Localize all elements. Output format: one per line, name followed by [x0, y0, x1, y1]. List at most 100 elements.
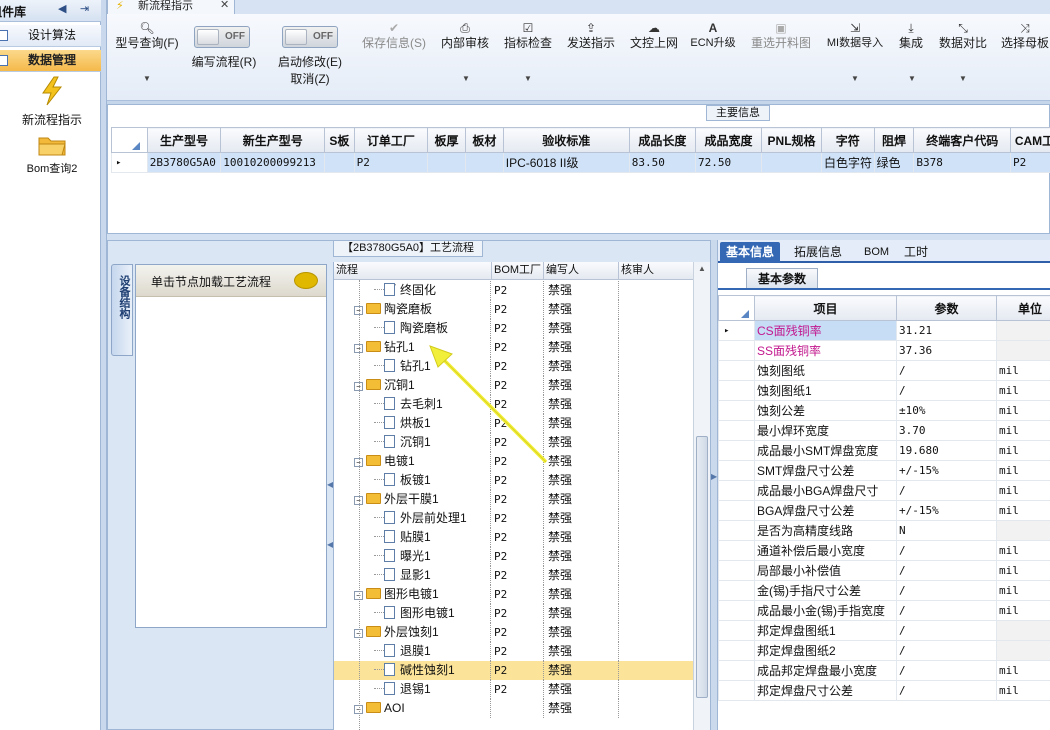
tree-leaf-node[interactable]: 烘板1 P2 禁强	[334, 414, 693, 433]
param-value-cell[interactable]: /	[896, 600, 997, 621]
column-header[interactable]: 订单工厂	[353, 127, 429, 153]
table-row[interactable]: 邦定焊盘图纸1/	[718, 620, 1050, 641]
close-icon[interactable]: ✕	[220, 0, 229, 11]
table-cell[interactable]: 72.50	[694, 152, 763, 173]
tree-leaf-node[interactable]: 钻孔1 P2 禁强	[334, 357, 693, 376]
column-header[interactable]: 成品宽度	[694, 127, 763, 153]
column-header[interactable]: 新生产型号	[220, 127, 326, 153]
chevron-down-icon[interactable]: ▼	[462, 74, 470, 83]
tree-leaf-node[interactable]: 曝光1 P2 禁强	[334, 547, 693, 566]
column-header[interactable]: 生产型号	[146, 127, 222, 153]
internal-review-button[interactable]: ⎙ 内部审核	[437, 22, 493, 50]
param-value-cell[interactable]: +/-15%	[896, 500, 997, 521]
table-cell[interactable]	[464, 152, 504, 173]
select-master-button[interactable]: ⤨ 选择母板	[997, 22, 1050, 50]
auto-modify-toggle[interactable]: OFF	[282, 26, 338, 48]
column-header[interactable]: 板厚	[427, 127, 466, 153]
table-row[interactable]: SS面残铜率 37.36	[718, 340, 1050, 361]
tree-group-node[interactable]: − 外层干膜1 P2 禁强	[334, 490, 693, 509]
tree-leaf-node[interactable]: 图形电镀1 P2 禁强	[334, 604, 693, 623]
data-compare-button[interactable]: ⤡ 数据对比	[934, 22, 992, 50]
table-row[interactable]: 蚀刻图纸 / mil	[718, 360, 1050, 381]
table-cell[interactable]: IPC-6018 II级	[502, 152, 630, 173]
tree-group-node[interactable]: − 图形电镀1 P2 禁强	[334, 585, 693, 604]
column-header[interactable]: 单位	[996, 295, 1050, 321]
param-value-cell[interactable]: 37.36	[896, 340, 997, 361]
param-value-cell[interactable]: /	[896, 620, 997, 641]
table-row[interactable]: 最小焊环宽度 3.70 mil	[718, 420, 1050, 441]
table-row[interactable]: 邦定焊盘图纸2/	[718, 640, 1050, 661]
param-value-cell[interactable]: /	[896, 560, 997, 581]
param-value-cell[interactable]: +/-15%	[896, 460, 997, 481]
scroll-up-icon[interactable]: ▲	[698, 264, 706, 273]
column-header[interactable]: 板材	[464, 127, 504, 153]
table-row[interactable]: 邦定焊盘尺寸公差 / mil	[718, 680, 1050, 701]
reselect-cutting-button[interactable]: ▣ 重选开料图	[744, 22, 818, 50]
tab-bom[interactable]: BOM	[858, 242, 895, 263]
tab-work-hours[interactable]: 工时	[898, 242, 934, 263]
tree-group-node[interactable]: − AOI 禁强	[334, 699, 693, 718]
tree-leaf-node[interactable]: 碱性蚀刻1 P2 禁强	[334, 661, 693, 680]
tree-leaf-node[interactable]: 板镀1 P2 禁强	[334, 471, 693, 490]
chevron-down-icon[interactable]: ▼	[908, 74, 916, 83]
chevron-down-icon[interactable]: ▼	[959, 74, 967, 83]
send-indicator-button[interactable]: ⇪ 发送指示	[562, 22, 620, 50]
column-header[interactable]: 项目	[754, 295, 897, 321]
tree-group-node[interactable]: − 外层蚀刻1 P2 禁强	[334, 623, 693, 642]
sidebar-collapse-icon[interactable]: ⇥	[80, 2, 89, 15]
tree-leaf-node[interactable]: 沉铜1 P2 禁强	[334, 433, 693, 452]
indicator-check-button[interactable]: ☑ 指标检查	[500, 22, 556, 50]
column-header[interactable]: BOM工厂	[492, 262, 544, 280]
tree-leaf-node[interactable]: 退锡1 P2 禁强	[334, 680, 693, 699]
tree-leaf-node[interactable]: 终固化 P2 禁强	[334, 281, 693, 300]
equipment-structure-tab[interactable]: 设备结构	[111, 264, 133, 356]
doc-upload-button[interactable]: ☁ 文控上网	[625, 22, 683, 50]
item-query-button[interactable]: 🔍︎ 型号查询(F)	[112, 22, 182, 50]
table-row[interactable]: BGA焊盘尺寸公差 +/-15% mil	[718, 500, 1050, 521]
sidebar-prev-icon[interactable]: ◀	[58, 2, 66, 15]
table-cell[interactable]: 绿色	[873, 152, 915, 173]
column-header[interactable]: CAM工厂	[1010, 127, 1050, 153]
param-value-cell[interactable]: /	[896, 360, 997, 381]
column-header[interactable]: 参数	[896, 295, 997, 321]
table-row[interactable]: 金(锡)手指尺寸公差 / mil	[718, 580, 1050, 601]
table-row[interactable]: 蚀刻公差 ±10% mil	[718, 400, 1050, 421]
table-cell[interactable]	[427, 152, 466, 173]
table-row[interactable]: 成品最小BGA焊盘尺寸 / mil	[718, 480, 1050, 501]
table-row[interactable]: ▸ CS面残铜率 31.21	[718, 320, 1050, 341]
table-row[interactable]: 通道补偿后最小宽度 / mil	[718, 540, 1050, 561]
table-row[interactable]: 是否为高精度线路 N	[718, 520, 1050, 541]
chevron-down-icon[interactable]: ▼	[524, 74, 532, 83]
mi-import-button[interactable]: ⇲ MI数据导入	[820, 22, 890, 50]
ecn-upgrade-button[interactable]: A ECN升级	[687, 22, 739, 50]
scrollbar-thumb[interactable]	[696, 436, 708, 698]
table-row[interactable]: 成品最小SMT焊盘宽度 19.680 mil	[718, 440, 1050, 461]
param-value-cell[interactable]: /	[896, 640, 997, 661]
cancel-button[interactable]: 取消(Z)	[271, 72, 349, 86]
param-value-cell[interactable]: /	[896, 380, 997, 401]
tree-leaf-node[interactable]: 退膜1 P2 禁强	[334, 642, 693, 661]
sidebar-item-design-algorithm[interactable]: 设计算法	[0, 25, 101, 47]
process-tree[interactable]: 流程 BOM工厂 编写人 核审人 ⋯ 终固化P2禁强−陶瓷磨板P2禁强陶瓷磨板P…	[333, 262, 693, 730]
tree-group-node[interactable]: − 陶瓷磨板 P2 禁强	[334, 300, 693, 319]
table-row[interactable]: 成品邦定焊盘最小宽度 / mil	[718, 660, 1050, 681]
table-cell[interactable]: 白色字符	[820, 152, 875, 173]
table-row[interactable]: SMT焊盘尺寸公差 +/-15% mil	[718, 460, 1050, 481]
column-header[interactable]: 编写人	[544, 262, 619, 280]
tree-leaf-node[interactable]: 陶瓷磨板 P2 禁强	[334, 319, 693, 338]
write-flow-toggle[interactable]: OFF	[194, 26, 250, 48]
param-value-cell[interactable]: 31.21	[896, 320, 997, 341]
chevron-down-icon[interactable]: ▼	[851, 74, 859, 83]
column-header[interactable]: 核审人	[619, 262, 693, 280]
tree-group-node[interactable]: − 钻孔1 P2 禁强	[334, 338, 693, 357]
table-cell[interactable]: P2	[353, 152, 429, 173]
launcher-bom-query[interactable]: Bom查询2	[10, 133, 94, 178]
table-cell[interactable]: 83.50	[628, 152, 696, 173]
column-header[interactable]: PNL规格	[761, 127, 822, 153]
param-value-cell[interactable]: /	[896, 660, 997, 681]
param-value-cell[interactable]: /	[896, 680, 997, 701]
column-header[interactable]: 流程	[334, 262, 492, 280]
tree-scrollbar[interactable]: ▲	[693, 262, 710, 730]
integrate-button[interactable]: ⤓ 集成	[892, 22, 930, 50]
table-row[interactable]: 局部最小补偿值 / mil	[718, 560, 1050, 581]
